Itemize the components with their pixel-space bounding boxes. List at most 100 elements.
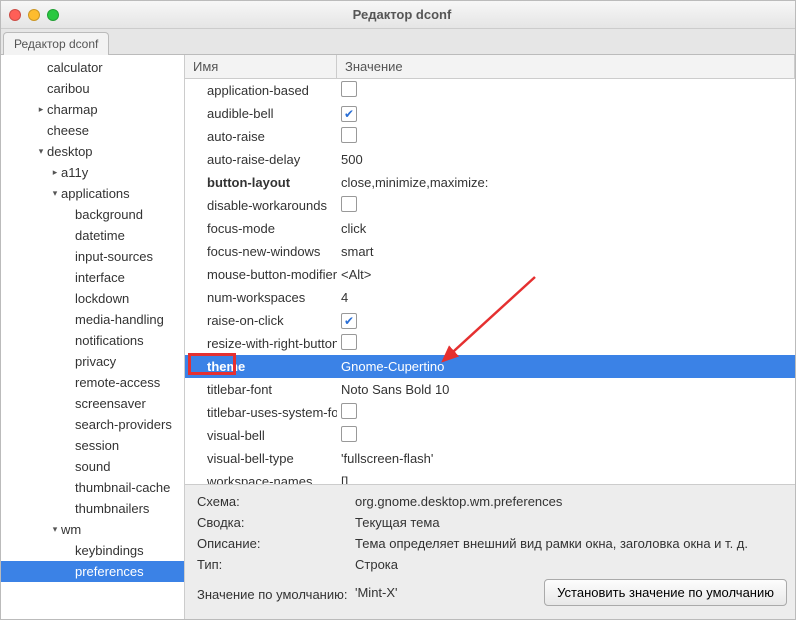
column-value[interactable]: Значение [337,55,795,78]
setting-row-focus-new-windows[interactable]: focus-new-windowssmart [185,240,795,263]
main-panel: Имя Значение application-based audible-be… [185,55,795,619]
setting-row-mouse-button-modifier[interactable]: mouse-button-modifier<Alt> [185,263,795,286]
tree-item-media-handling[interactable]: media-handling [1,309,184,330]
setting-value: close,minimize,maximize: [337,175,795,190]
setting-name: titlebar-font [185,382,337,397]
tree-item-session[interactable]: session [1,435,184,456]
tree-item-sound[interactable]: sound [1,456,184,477]
reset-default-button[interactable]: Установить значение по умолчанию [544,579,787,606]
tree-item-input-sources[interactable]: input-sources [1,246,184,267]
setting-value: [] [337,474,795,484]
summary-label: Сводка: [193,515,355,530]
window-title: Редактор dconf [17,7,787,22]
expand-icon[interactable]: ▾ [35,146,47,157]
setting-row-visual-bell-type[interactable]: visual-bell-type'fullscreen-flash' [185,447,795,470]
setting-value [337,127,795,146]
tree-item-preferences[interactable]: preferences [1,561,184,582]
tree-item-lockdown[interactable]: lockdown [1,288,184,309]
app-window: Редактор dconf Редактор dconf calculator… [0,0,796,620]
tree-label: interface [75,270,125,285]
setting-row-workspace-names[interactable]: workspace-names[] [185,470,795,484]
tree-item-interface[interactable]: interface [1,267,184,288]
description-label: Описание: [193,536,355,551]
tree-item-remote-access[interactable]: remote-access [1,372,184,393]
tree-label: thumbnail-cache [75,480,170,495]
setting-name: focus-new-windows [185,244,337,259]
expand-icon[interactable]: ▸ [35,104,47,115]
setting-row-button-layout[interactable]: button-layoutclose,minimize,maximize: [185,171,795,194]
content-area: calculatorcaribou▸charmapcheese▾desktop▸… [1,55,795,619]
tree-item-applications[interactable]: ▾applications [1,183,184,204]
checkbox[interactable] [341,313,357,329]
tree-item-background[interactable]: background [1,204,184,225]
tree-item-notifications[interactable]: notifications [1,330,184,351]
setting-value: smart [337,244,795,259]
tree-item-datetime[interactable]: datetime [1,225,184,246]
setting-row-visual-bell[interactable]: visual-bell [185,424,795,447]
column-name[interactable]: Имя [185,55,337,78]
settings-list[interactable]: application-based audible-bell auto-raisea… [185,79,795,484]
setting-name: audible-bell [185,106,337,121]
tree-item-charmap[interactable]: ▸charmap [1,99,184,120]
setting-value: click [337,221,795,236]
setting-row-audible-bell[interactable]: audible-bell [185,102,795,125]
setting-value [337,334,795,353]
setting-row-titlebar-font[interactable]: titlebar-fontNoto Sans Bold 10 [185,378,795,401]
setting-value: 'fullscreen-flash' [337,451,795,466]
setting-name: workspace-names [185,474,337,484]
checkbox[interactable] [341,106,357,122]
tree-label: applications [61,186,130,201]
setting-row-auto-raise[interactable]: auto-raise [185,125,795,148]
default-label: Значение по умолчанию: [193,583,355,602]
tree-label: thumbnailers [75,501,149,516]
tree-item-screensaver[interactable]: screensaver [1,393,184,414]
tree-item-calculator[interactable]: calculator [1,57,184,78]
tree-item-desktop[interactable]: ▾desktop [1,141,184,162]
setting-name: visual-bell-type [185,451,337,466]
tree-label: search-providers [75,417,172,432]
expand-icon[interactable]: ▸ [49,167,61,178]
setting-row-theme[interactable]: themeGnome-Cupertino [185,355,795,378]
tree-item-cheese[interactable]: cheese [1,120,184,141]
checkbox[interactable] [341,334,357,350]
type-value: Строка [355,557,787,572]
setting-value: Noto Sans Bold 10 [337,382,795,397]
tree-item-a11y[interactable]: ▸a11y [1,162,184,183]
tree-item-thumbnail-cache[interactable]: thumbnail-cache [1,477,184,498]
setting-row-focus-mode[interactable]: focus-modeclick [185,217,795,240]
tree-item-thumbnailers[interactable]: thumbnailers [1,498,184,519]
setting-value [337,403,795,422]
tree-item-search-providers[interactable]: search-providers [1,414,184,435]
setting-name: disable-workarounds [185,198,337,213]
setting-value [337,426,795,445]
tab-dconf[interactable]: Редактор dconf [3,32,109,55]
checkbox[interactable] [341,127,357,143]
type-label: Тип: [193,557,355,572]
checkbox[interactable] [341,81,357,97]
setting-name: titlebar-uses-system-font [185,405,337,420]
setting-row-resize-with-right-button[interactable]: resize-with-right-button [185,332,795,355]
tree-item-privacy[interactable]: privacy [1,351,184,372]
tree-sidebar[interactable]: calculatorcaribou▸charmapcheese▾desktop▸… [1,55,185,619]
tree-label: privacy [75,354,116,369]
tree-item-wm[interactable]: ▾wm [1,519,184,540]
setting-row-titlebar-uses-system-font[interactable]: titlebar-uses-system-font [185,401,795,424]
setting-name: resize-with-right-button [185,336,337,351]
setting-row-raise-on-click[interactable]: raise-on-click [185,309,795,332]
setting-name: raise-on-click [185,313,337,328]
setting-row-disable-workarounds[interactable]: disable-workarounds [185,194,795,217]
tree-label: desktop [47,144,93,159]
checkbox[interactable] [341,196,357,212]
column-headers: Имя Значение [185,55,795,79]
tree-item-keybindings[interactable]: keybindings [1,540,184,561]
checkbox[interactable] [341,403,357,419]
tree-item-caribou[interactable]: caribou [1,78,184,99]
expand-icon[interactable]: ▾ [49,524,61,535]
setting-row-num-workspaces[interactable]: num-workspaces4 [185,286,795,309]
checkbox[interactable] [341,426,357,442]
setting-value [337,106,795,122]
setting-row-auto-raise-delay[interactable]: auto-raise-delay500 [185,148,795,171]
setting-row-application-based[interactable]: application-based [185,79,795,102]
expand-icon[interactable]: ▾ [49,188,61,199]
tree-label: sound [75,459,110,474]
